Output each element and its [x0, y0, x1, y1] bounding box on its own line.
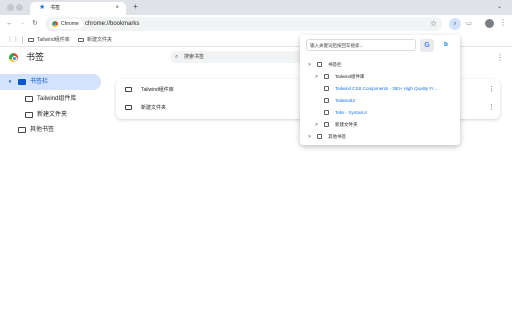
popup-link-label[interactable]: Tebs - SyntaxUI	[335, 108, 367, 118]
more-actions-icon[interactable]: ⋮	[488, 99, 495, 117]
chrome-logo-icon	[52, 21, 58, 27]
search-icon: ⌕	[175, 54, 179, 60]
site-chip[interactable]: Chrome	[49, 19, 83, 29]
popup-tree-label: 书签栏	[328, 62, 342, 67]
popup-tree-label: Tailwind组件库	[335, 74, 365, 79]
expand-arrow-icon[interactable]: >	[308, 132, 314, 142]
tree-item-new-folder[interactable]: 新建文件夹	[0, 107, 101, 123]
popup-search-input[interactable]	[306, 39, 416, 51]
omnibox[interactable]: Chrome chrome://bookmarks ☆	[45, 17, 442, 31]
folder-icon	[125, 87, 132, 92]
url-text[interactable]: chrome://bookmarks	[85, 17, 139, 31]
bookmark-star-icon: ★	[39, 4, 46, 11]
popup-bookmark-link[interactable]: Tailwind CSS Components - 350+ High Qual…	[315, 84, 458, 94]
window-minimize-dot[interactable]	[16, 4, 23, 11]
tab-search-chevron-icon[interactable]: ⌄	[497, 3, 502, 10]
bookmark-bar-item-label: 新建文件夹	[87, 37, 113, 43]
google-engine-button[interactable]: G	[420, 39, 434, 52]
folder-icon	[28, 37, 34, 42]
expand-arrow-icon[interactable]: >	[308, 60, 314, 70]
avatar[interactable]	[485, 19, 494, 28]
bookmark-bar-item-label: Tailwind组件库	[37, 37, 70, 43]
popup-tree-item[interactable]: > 新建文件夹	[315, 120, 458, 130]
popup-tree-label: 新建文件夹	[335, 122, 358, 127]
folder-icon	[18, 79, 26, 85]
site-chip-label: Chrome	[61, 21, 79, 27]
popup-link-label[interactable]: Tailwind CSS Components - 350+ High Qual…	[335, 84, 437, 94]
chrome-logo-icon	[9, 53, 18, 62]
page-title: 书签	[26, 52, 45, 62]
page-menu-icon[interactable]: ⋮	[496, 53, 504, 63]
list-item-label: 新建文件夹	[141, 105, 167, 111]
expand-arrow-icon[interactable]: >	[315, 120, 321, 130]
folder-icon	[18, 127, 26, 133]
reload-icon[interactable]: ↻	[32, 19, 38, 28]
forward-icon[interactable]: →	[19, 19, 26, 28]
popup-bookmark-link[interactable]: Tebs - SyntaxUI	[315, 108, 458, 118]
side-panel-icon[interactable]: ▭	[463, 18, 475, 30]
popup-tree-label: 其他书签	[328, 134, 346, 139]
bookmark-bar-item[interactable]: Tailwind组件库	[28, 36, 70, 44]
popup-tree-item[interactable]: > 书签栏	[308, 60, 458, 70]
tree-item-label: Tailwind组件库	[37, 96, 77, 102]
bookmark-star-icon[interactable]: ☆	[430, 19, 437, 29]
checkbox[interactable]	[317, 62, 322, 67]
folder-icon	[25, 96, 33, 102]
tree-item-label: 其他书签	[30, 127, 55, 133]
checkbox[interactable]	[324, 110, 329, 115]
bing-engine-button[interactable]: b	[439, 39, 453, 52]
apps-icon[interactable]: ⋮⋮	[7, 36, 19, 44]
folder-icon	[125, 105, 132, 110]
popup-link-label[interactable]: TailwindUI	[335, 96, 356, 106]
more-actions-icon[interactable]: ⋮	[488, 81, 495, 99]
window-close-dot[interactable]	[7, 4, 14, 11]
back-icon[interactable]: ←	[6, 19, 13, 28]
tree-item-label: 书签栏	[30, 79, 49, 85]
tree-item-label: 新建文件夹	[37, 112, 68, 118]
tab-close-icon[interactable]: ×	[115, 4, 119, 12]
extension-popup: G b > 书签栏 > Tailwind组件库 Tailwind CSS Com…	[300, 35, 460, 145]
divider	[22, 36, 23, 44]
tree-item-other-bookmarks[interactable]: 其他书签	[0, 122, 101, 138]
tab-strip: ★ 书签 × + ⌄	[0, 0, 512, 15]
checkbox[interactable]	[324, 74, 329, 79]
bookmark-bar-item[interactable]: 新建文件夹	[78, 36, 112, 44]
folder-icon	[78, 37, 84, 42]
toolbar: ← → ↻ Chrome chrome://bookmarks ☆ ⌕ ▭ ⋮	[0, 15, 512, 33]
expand-arrow-icon[interactable]: >	[315, 72, 321, 82]
popup-tree-item[interactable]: > Tailwind组件库	[315, 72, 458, 82]
folder-icon	[25, 112, 33, 118]
new-tab-button[interactable]: +	[133, 2, 138, 12]
popup-bookmark-link[interactable]: TailwindUI	[315, 96, 458, 106]
expand-arrow-icon[interactable]: ▾	[6, 74, 14, 90]
checkbox[interactable]	[324, 86, 329, 91]
checkbox[interactable]	[324, 122, 329, 127]
extension-bookmark-search-icon[interactable]: ⌕	[449, 18, 461, 30]
checkbox[interactable]	[317, 134, 322, 139]
tree-item-tailwind[interactable]: Tailwind组件库	[0, 91, 101, 107]
list-item-label: Tailwind组件库	[141, 87, 174, 93]
popup-tree-item[interactable]: > 其他书签	[308, 132, 458, 142]
tab-title: 书签	[50, 5, 61, 11]
checkbox[interactable]	[324, 98, 329, 103]
tab-bookmarks[interactable]: ★ 书签 ×	[30, 2, 126, 15]
browser-menu-icon[interactable]: ⋮	[499, 18, 507, 28]
tree-item-bookmarks-bar[interactable]: ▾ 书签栏	[0, 74, 101, 90]
